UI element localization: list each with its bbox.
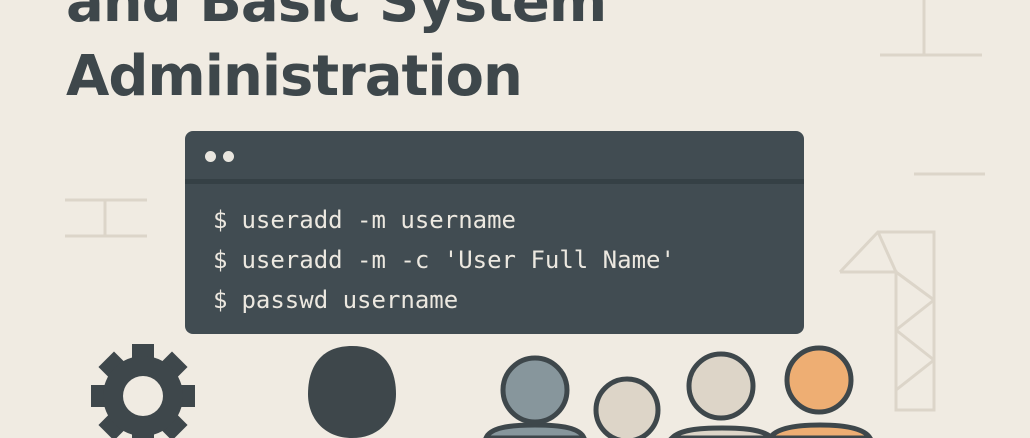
user-gray-icon [483,355,587,438]
user-light-1-icon [593,376,661,438]
command-text: useradd -m username [241,206,516,234]
tower-crane-icon [838,230,936,412]
terminal-line: $ passwd username [213,280,804,320]
terminal-body: $ useradd -m username $ useradd -m -c 'Use… [185,184,804,320]
user-orange-icon [767,345,873,438]
user-group-icon [483,345,873,438]
prompt-symbol: $ [213,286,228,314]
window-dot-icon [223,151,234,162]
command-text: useradd -m -c 'User Full Name' [241,246,675,274]
terminal-line: $ useradd -m username [213,200,804,240]
user-light-2-icon [668,351,776,438]
window-dot-icon [205,151,216,162]
terminal-title-bar [185,131,804,184]
command-text: passwd username [241,286,459,314]
prompt-symbol: $ [213,206,228,234]
terminal-window: $ useradd -m username $ useradd -m -c 'Use… [185,131,804,334]
prompt-symbol: $ [213,246,228,274]
user-silhouette-icon [308,346,396,438]
terminal-line: $ useradd -m -c 'User Full Name' [213,240,804,280]
gear-icon [91,344,195,438]
